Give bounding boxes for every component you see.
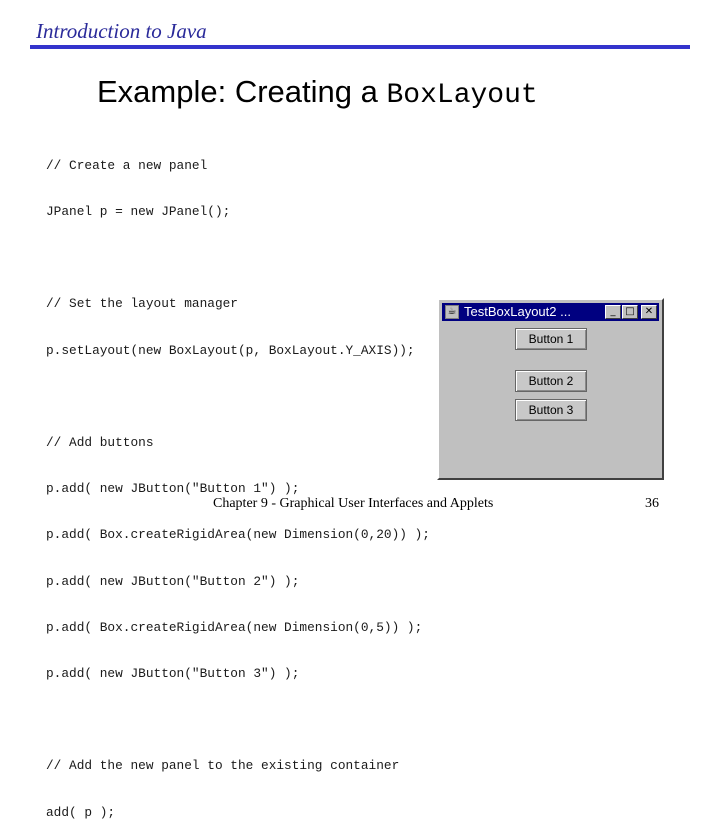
header-divider <box>30 45 690 49</box>
window-titlebar[interactable]: ☕ TestBoxLayout2 ... _ □ ✕ <box>442 303 659 321</box>
page-number: 36 <box>645 496 659 511</box>
window-title: TestBoxLayout2 ... <box>464 304 571 319</box>
button-3[interactable]: Button 3 <box>515 399 587 421</box>
close-button[interactable]: ✕ <box>641 305 657 319</box>
slide-title: Example: Creating a BoxLayout <box>97 72 538 118</box>
code-line: // Add the new panel to the existing con… <box>46 758 400 774</box>
course-title: Introduction to Java <box>36 19 207 43</box>
button-2[interactable]: Button 2 <box>515 370 587 392</box>
code-line: p.add( new JButton("Button 2") ); <box>46 573 300 589</box>
code-line: JPanel p = new JPanel(); <box>46 204 231 220</box>
code-line: add( p ); <box>46 804 116 820</box>
code-line: p.add( Box.createRigidArea(new Dimension… <box>46 619 423 635</box>
java-cup-icon[interactable]: ☕ <box>445 305 459 319</box>
code-line: p.add( Box.createRigidArea(new Dimension… <box>46 527 430 543</box>
code-listing: // Create a new panel JPanel p = new JPa… <box>46 127 430 835</box>
slide-title-code: BoxLayout <box>386 80 538 111</box>
footer-chapter: Chapter 9 - Graphical User Interfaces an… <box>213 496 494 511</box>
code-line: // Add buttons <box>46 435 154 451</box>
maximize-button[interactable]: □ <box>622 305 638 319</box>
button-1[interactable]: Button 1 <box>515 328 587 350</box>
java-app-window: ☕ TestBoxLayout2 ... _ □ ✕ Button 1 Butt… <box>437 298 664 480</box>
code-line: p.setLayout(new BoxLayout(p, BoxLayout.Y… <box>46 342 415 358</box>
minimize-button[interactable]: _ <box>605 305 621 319</box>
code-line: p.add( new JButton("Button 3") ); <box>46 666 300 682</box>
code-line: // Create a new panel <box>46 157 208 173</box>
code-line: p.add( new JButton("Button 1") ); <box>46 481 300 497</box>
code-line: // Set the layout manager <box>46 296 238 312</box>
slide-title-prefix: Example: Creating a <box>97 74 387 109</box>
